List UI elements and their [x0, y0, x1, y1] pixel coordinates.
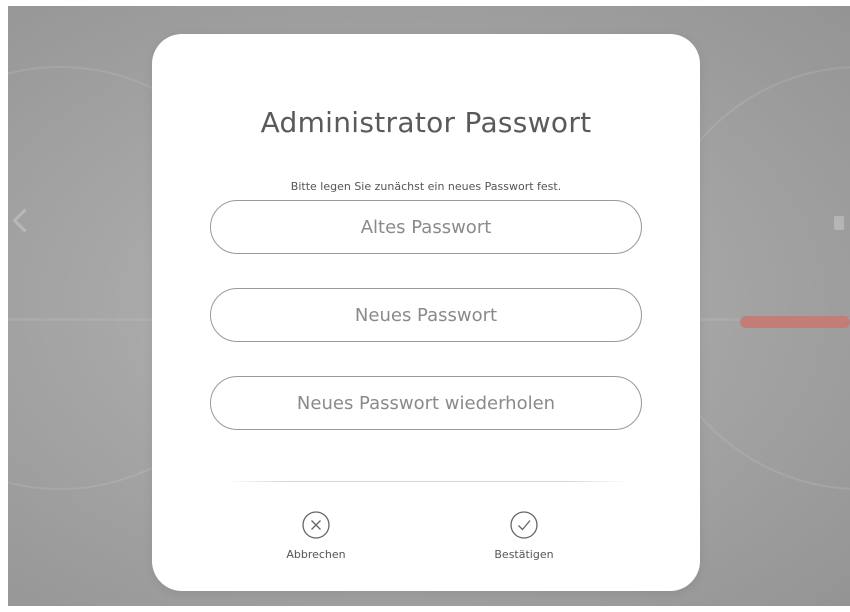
old-password-field[interactable]: [210, 200, 642, 254]
admin-password-dialog: Administrator Passwort Bitte legen Sie z…: [152, 34, 700, 591]
divider: [224, 481, 628, 482]
cancel-label: Abbrechen: [286, 548, 346, 561]
confirm-button[interactable]: Bestätigen: [464, 510, 584, 561]
background-handle: [834, 216, 844, 230]
confirm-label: Bestätigen: [494, 548, 554, 561]
dialog-subtitle: Bitte legen Sie zunächst ein neues Passw…: [290, 180, 562, 193]
background-accent-bar: [740, 316, 850, 328]
new-password-field[interactable]: [210, 288, 642, 342]
dialog-title: Administrator Passwort: [260, 106, 592, 139]
repeat-new-password-field[interactable]: [210, 376, 642, 430]
check-circle-icon: [510, 511, 538, 539]
close-circle-icon: [302, 511, 330, 539]
screen-frame: Administrator Passwort Bitte legen Sie z…: [0, 0, 850, 612]
cancel-button[interactable]: Abbrechen: [256, 510, 376, 561]
